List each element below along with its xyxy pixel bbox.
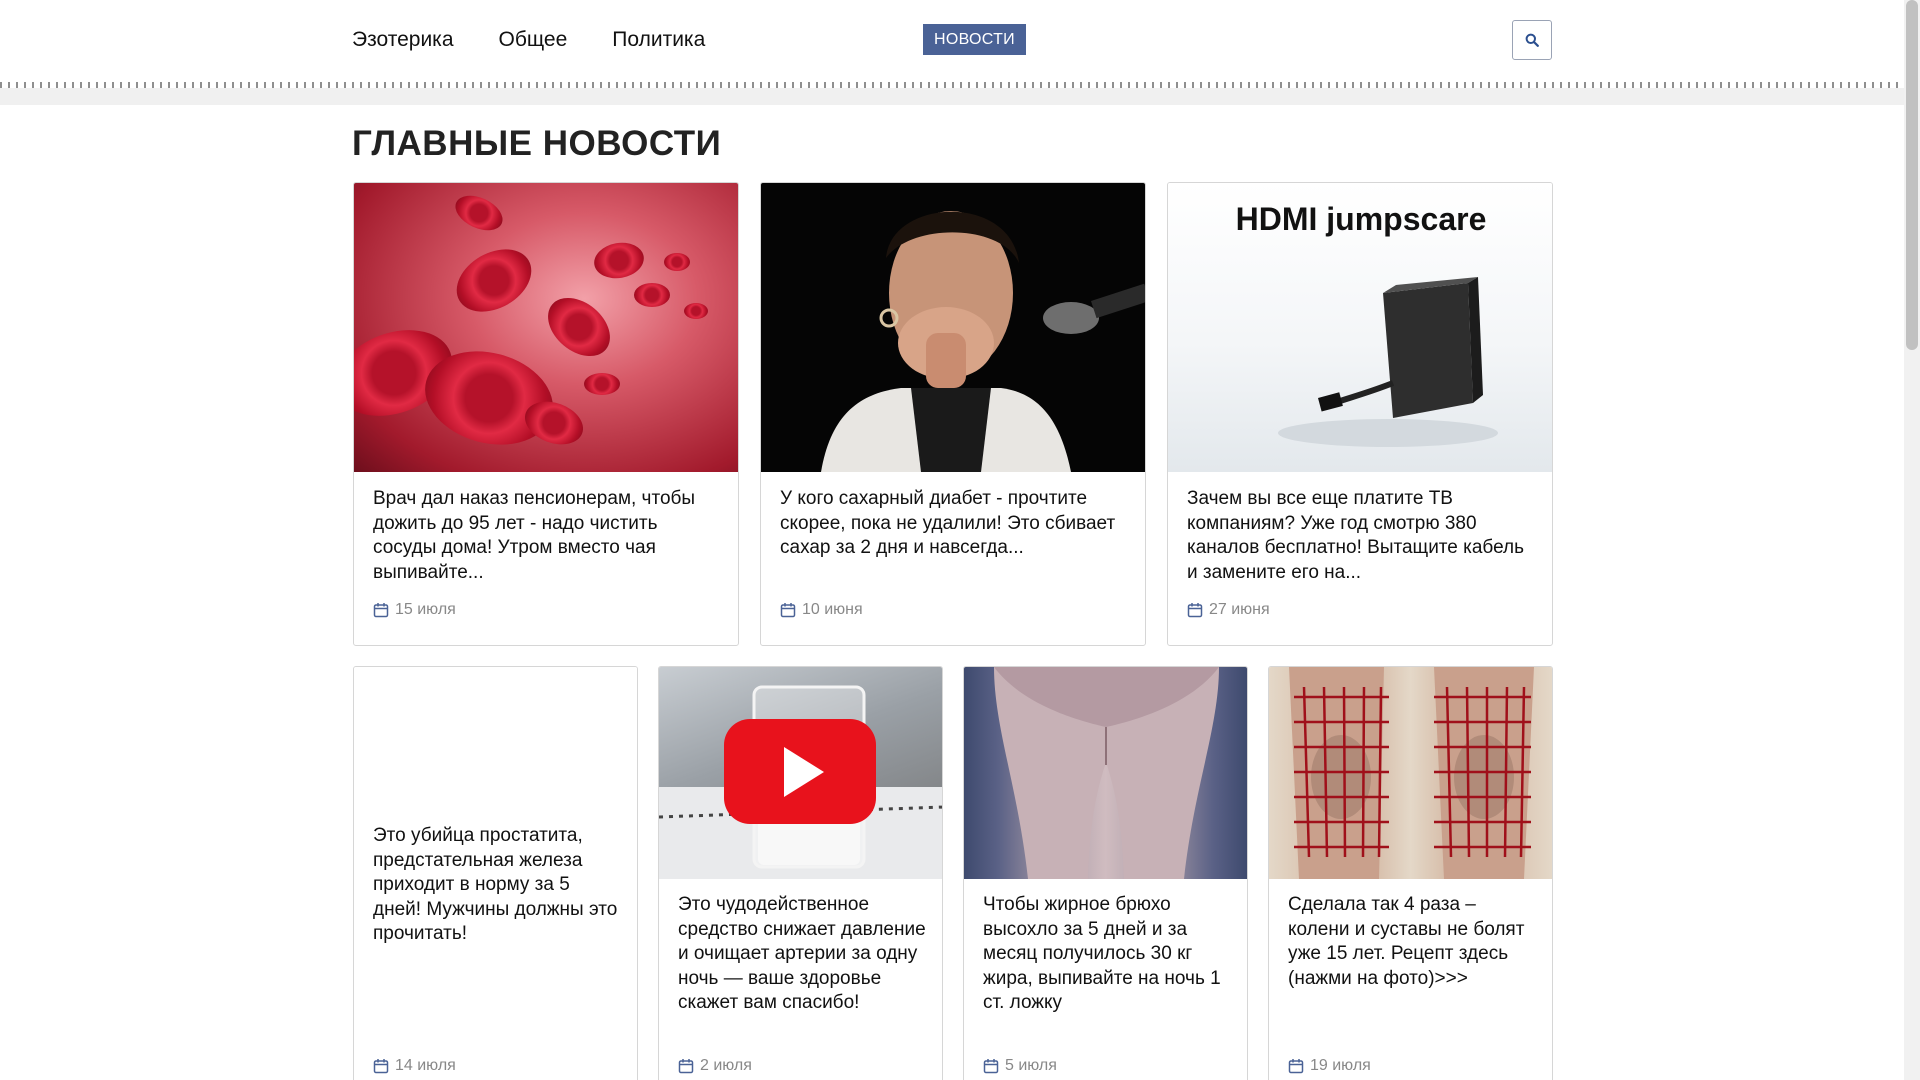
calendar-icon [373, 1059, 389, 1074]
card-title[interactable]: Сделала так 4 раза – колени и суставы не… [1288, 893, 1538, 991]
news-card[interactable]: HDMI jumpscare Зачем вы все еще платите … [1167, 182, 1553, 646]
card-title[interactable]: Это убийца простатита, предстательная же… [373, 824, 623, 947]
card-date-text: 2 июля [700, 1057, 752, 1074]
card-image-woman[interactable] [761, 183, 1145, 472]
card-date-text: 14 июля [395, 1057, 456, 1074]
news-card[interactable]: Сделала так 4 раза – колени и суставы не… [1268, 666, 1553, 1080]
search-button[interactable] [1512, 20, 1552, 60]
nav-item-politics[interactable]: Политика [612, 26, 705, 54]
knees-grid-illustration [1289, 667, 1534, 879]
card-image-blank[interactable] [354, 667, 637, 817]
glass-illustration [659, 685, 942, 879]
news-card[interactable]: Это убийца простатита, предстательная же… [353, 666, 638, 1080]
card-date: 27 июня [1187, 601, 1270, 619]
card-date: 5 июля [983, 1057, 1057, 1075]
card-image-glass[interactable] [659, 667, 942, 879]
header-strip [0, 88, 1904, 105]
news-card[interactable]: Чтобы жирное брюхо высохло за 5 дней и з… [963, 666, 1248, 1080]
card-date: 15 июля [373, 601, 456, 619]
card-title[interactable]: У кого сахарный диабет - прочтите скорее… [780, 487, 1130, 561]
search-icon [1525, 33, 1539, 47]
woman-illustration [821, 211, 1145, 472]
card-title[interactable]: Врач дал наказ пенсионерам, чтобы дожить… [373, 487, 723, 585]
nav-item-general[interactable]: Общее [499, 26, 568, 54]
card-date-text: 10 июня [802, 601, 863, 618]
card-title[interactable]: Зачем вы все еще платите ТВ компаниям? У… [1187, 487, 1537, 585]
hdmi-device-illustration [1278, 277, 1498, 447]
news-card[interactable]: Это чудодейственное средство снижает дав… [658, 666, 943, 1080]
calendar-icon [1288, 1059, 1304, 1074]
main-nav: Эзотерика Общее Политика [352, 26, 705, 54]
card-image-knees[interactable] [1269, 667, 1552, 879]
scrollbar-thumb[interactable] [1906, 0, 1918, 350]
news-card[interactable]: У кого сахарный диабет - прочтите скорее… [760, 182, 1146, 646]
news-button[interactable]: НОВОСТИ [923, 24, 1026, 55]
card-image-blood-cells[interactable] [354, 183, 738, 472]
calendar-icon [983, 1059, 999, 1074]
card-image-legs[interactable] [964, 667, 1247, 879]
card-date: 19 июля [1288, 1057, 1371, 1075]
calendar-icon [780, 603, 796, 618]
card-image-hdmi[interactable]: HDMI jumpscare [1168, 183, 1552, 472]
card-date: 2 июля [678, 1057, 752, 1075]
card-date: 10 июня [780, 601, 863, 619]
card-date-text: 15 июля [395, 601, 456, 618]
news-card[interactable]: Врач дал наказ пенсионерам, чтобы дожить… [353, 182, 739, 646]
section-title: ГЛАВНЫЕ НОВОСТИ [352, 124, 722, 163]
calendar-icon [678, 1059, 694, 1074]
calendar-icon [1187, 603, 1203, 618]
card-date: 14 июля [373, 1057, 456, 1075]
calendar-icon [373, 603, 389, 618]
card-date-text: 19 июля [1310, 1057, 1371, 1074]
card-title[interactable]: Чтобы жирное брюхо высохло за 5 дней и з… [983, 893, 1233, 1016]
nav-item-esoterics[interactable]: Эзотерика [352, 26, 454, 54]
card-date-text: 5 июля [1005, 1057, 1057, 1074]
card-title[interactable]: Это чудодейственное средство снижает дав… [678, 893, 928, 1016]
legs-illustration [994, 667, 1219, 879]
card-date-text: 27 июня [1209, 601, 1270, 618]
